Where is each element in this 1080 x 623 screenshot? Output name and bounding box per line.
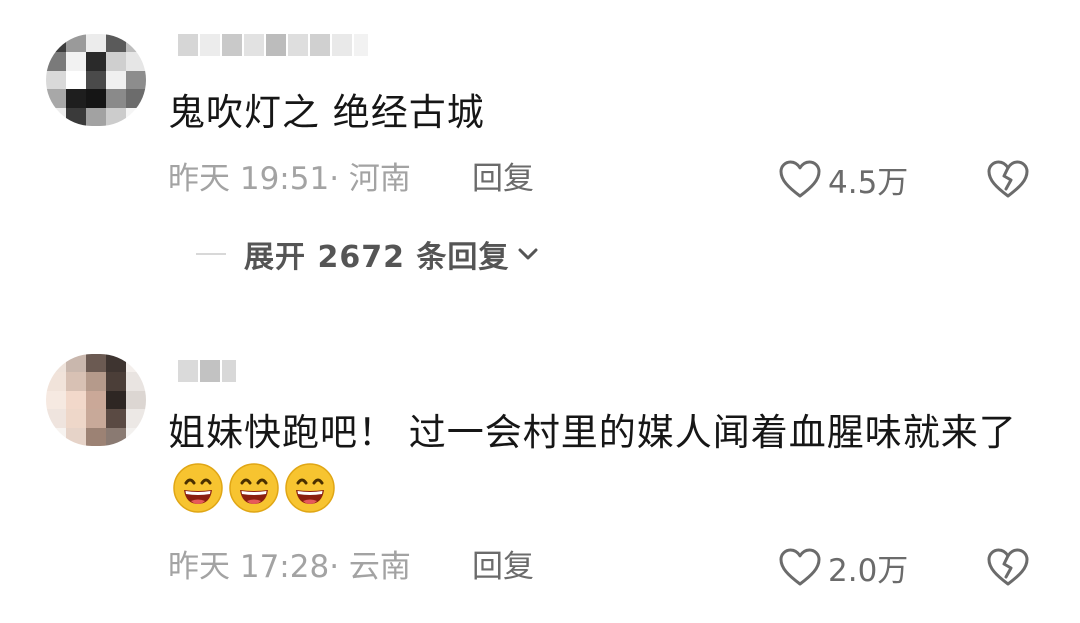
like-count: 4.5万 xyxy=(828,164,909,201)
chevron-down-icon xyxy=(518,248,538,260)
avatar[interactable] xyxy=(46,354,146,446)
dislike-button[interactable] xyxy=(986,545,1030,589)
reply-button[interactable]: 回复 xyxy=(472,545,534,589)
comment-time-location: 昨天 17:28· 云南 xyxy=(168,549,411,585)
expand-replies-label: 展开 2672 条回复 xyxy=(244,240,510,275)
expand-replies-button[interactable]: 展开 2672 条回复 xyxy=(196,232,539,276)
like-button[interactable]: 4.5万 xyxy=(778,157,908,201)
dislike-button[interactable] xyxy=(986,157,1030,201)
like-button[interactable]: 2.0万 xyxy=(778,545,908,589)
comment-text: 姐妹快跑吧！ 过一会村里的媒人闻着血腥味就来了 xyxy=(168,404,1038,521)
avatar[interactable] xyxy=(46,34,146,126)
username[interactable] xyxy=(178,356,236,386)
comment-text-content: 姐妹快跑吧！ 过一会村里的媒人闻着血腥味就来了 xyxy=(168,411,1017,454)
username[interactable] xyxy=(178,30,368,60)
grinning-face-icon xyxy=(285,463,335,513)
divider-line xyxy=(196,253,226,255)
like-count: 2.0万 xyxy=(828,552,909,589)
grinning-face-icon xyxy=(173,463,223,513)
grinning-face-icon xyxy=(229,463,279,513)
reply-button[interactable]: 回复 xyxy=(472,157,534,201)
comment-text: 鬼吹灯之 绝经古城 xyxy=(168,91,485,134)
heart-outline-icon xyxy=(779,548,821,586)
broken-heart-icon xyxy=(987,548,1029,586)
comment-time-location: 昨天 19:51· 河南 xyxy=(168,161,411,197)
broken-heart-icon xyxy=(987,160,1029,198)
heart-outline-icon xyxy=(779,160,821,198)
